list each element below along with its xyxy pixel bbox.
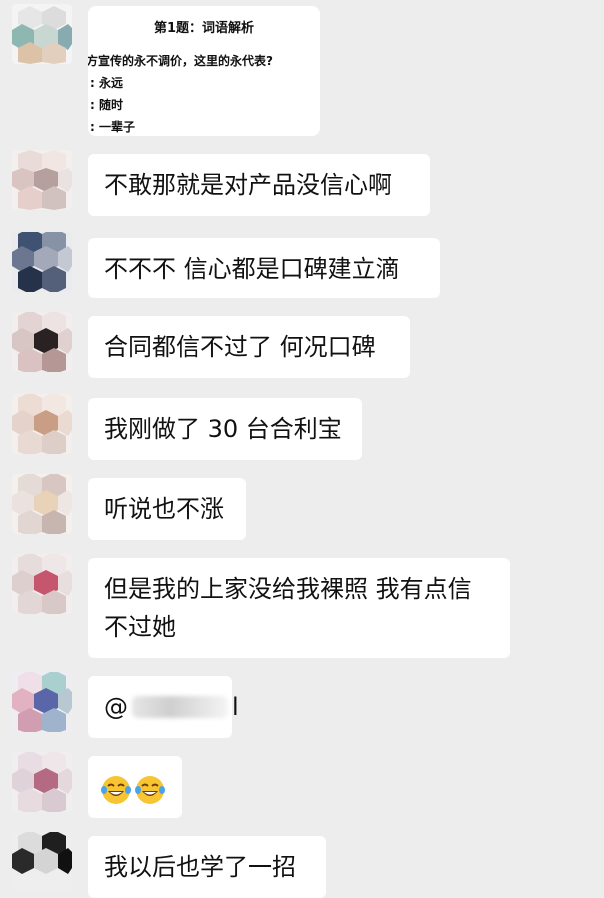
blurred-username <box>132 696 228 718</box>
emoji-message[interactable] <box>88 756 182 818</box>
text-message[interactable]: 听说也不涨 <box>88 478 246 540</box>
quiz-title: 第1题：词语解析 <box>153 21 255 36</box>
message-text: 但是我的上家没给我裸照 我有点信不过她 <box>104 575 472 641</box>
avatar[interactable] <box>12 232 72 292</box>
hexagon-pattern-avatar <box>12 554 72 614</box>
quiz-question: 方宣传的永不调价，这里的永代表? <box>88 54 273 68</box>
avatar[interactable] <box>12 394 72 454</box>
image-message[interactable]: 第1题：词语解析 方宣传的永不调价，这里的永代表? : 永远 : 随时 : 一辈… <box>88 6 320 136</box>
hexagon-pattern-avatar <box>12 832 72 892</box>
text-message[interactable]: 但是我的上家没给我裸照 我有点信不过她 <box>88 558 510 658</box>
tears-of-joy-emoji <box>101 776 131 804</box>
avatar[interactable] <box>12 4 72 64</box>
message-text: 不不不 信心都是口碑建立滴 <box>104 255 400 283</box>
hexagon-pattern-avatar <box>12 672 72 732</box>
text-message[interactable]: 我以后也学了一招 <box>88 836 326 898</box>
avatar[interactable] <box>12 554 72 614</box>
hexagon-pattern-avatar <box>12 752 72 812</box>
quiz-option: : 永远 <box>90 76 123 90</box>
message-text: 听说也不涨 <box>104 495 224 523</box>
quiz-option: : 一辈子 <box>90 120 135 134</box>
mention-message[interactable]: @ l <box>88 676 239 738</box>
hexagon-pattern-avatar <box>12 4 72 64</box>
text-message[interactable]: 合同都信不过了 何况口碑 <box>88 316 410 378</box>
avatar[interactable] <box>12 474 72 534</box>
hexagon-pattern-avatar <box>12 150 72 210</box>
text-message[interactable]: 我刚做了 30 台合利宝 <box>88 398 362 460</box>
message-text: 合同都信不过了 何况口碑 <box>104 333 376 361</box>
avatar[interactable] <box>12 672 72 732</box>
avatar[interactable] <box>12 150 72 210</box>
mention-at-symbol: @ <box>104 693 128 721</box>
mention[interactable]: @ l <box>104 688 239 726</box>
avatar[interactable] <box>12 312 72 372</box>
text-message[interactable]: 不敢那就是对产品没信心啊 <box>88 154 430 216</box>
hexagon-pattern-avatar <box>12 394 72 454</box>
message-text: 不敢那就是对产品没信心啊 <box>104 171 392 199</box>
avatar[interactable] <box>12 752 72 812</box>
hexagon-pattern-avatar <box>12 312 72 372</box>
mention-suffix: l <box>232 693 239 721</box>
text-message[interactable]: 不不不 信心都是口碑建立滴 <box>88 238 440 298</box>
hexagon-pattern-avatar <box>12 474 72 534</box>
avatar[interactable] <box>12 832 72 892</box>
message-text: 我以后也学了一招 <box>104 853 296 881</box>
hexagon-pattern-avatar <box>12 232 72 292</box>
tears-of-joy-emoji <box>135 776 165 804</box>
message-text: 我刚做了 30 台合利宝 <box>104 415 342 443</box>
quiz-option: : 随时 <box>90 98 123 112</box>
